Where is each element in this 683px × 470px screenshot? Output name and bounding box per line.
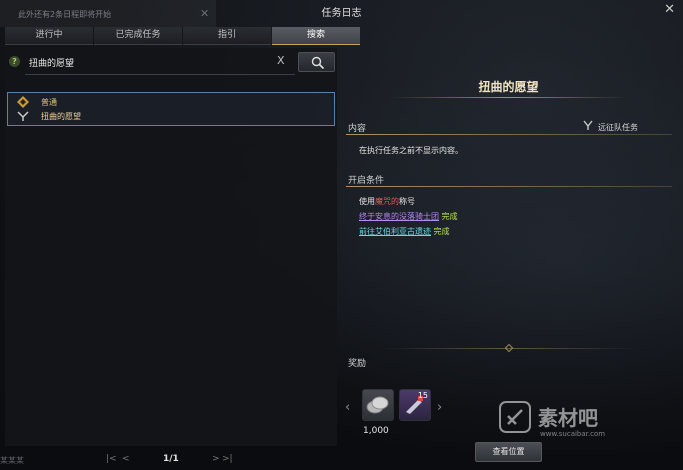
search-button[interactable] xyxy=(298,52,335,72)
expedition-icon xyxy=(17,111,29,121)
content-divider xyxy=(346,134,672,135)
condition-quest-1: 终于安息的没落骑士团 完成 xyxy=(359,211,458,222)
prev-page-button[interactable]: < xyxy=(122,454,130,464)
page-indicator: 1/1 xyxy=(163,454,179,464)
condition-quest-2: 前往艾伯利亚古遗迹 完成 xyxy=(359,226,450,237)
quest-description: 在执行任务之前不显示内容。 xyxy=(359,146,463,155)
expedition-quest-label: 远征队任务 xyxy=(598,123,638,132)
first-page-button[interactable]: |< xyxy=(106,454,117,464)
expedition-quest-icon xyxy=(583,120,593,130)
quest-type-label: 普通 xyxy=(41,98,57,107)
tab-search[interactable]: 搜索 xyxy=(272,27,360,45)
reward-silver-slot[interactable] xyxy=(362,389,394,421)
search-bar: ? 扭曲的愿望 X xyxy=(5,52,337,75)
condition-quest-2-status: 完成 xyxy=(433,227,450,236)
quest-title: 扭曲的愿望 xyxy=(478,80,539,94)
conditions-divider xyxy=(346,186,672,187)
tab-completed[interactable]: 已完成任务 xyxy=(94,27,182,45)
quest-list-panel: ? 扭曲的愿望 X 普通 扭曲的愿望 xyxy=(5,48,337,446)
bottom-left-text: 某某某 xyxy=(0,456,24,465)
watermark-text: 素材吧 xyxy=(538,406,598,430)
reward-divider-ornament xyxy=(504,343,514,353)
watermark-url: www.sucaibar.com xyxy=(540,430,606,438)
search-underline xyxy=(25,74,295,75)
conditions-label: 开启条件 xyxy=(348,176,385,186)
next-page-button[interactable]: > xyxy=(212,454,220,464)
condition-quest-1-link[interactable]: 终于安息的没落骑士团 xyxy=(359,212,439,221)
reward-silver-amount: 1,000 xyxy=(363,426,389,436)
clear-search-icon[interactable]: X xyxy=(277,54,285,67)
help-icon[interactable]: ? xyxy=(9,56,20,67)
quest-name: 扭曲的愿望 xyxy=(41,112,81,121)
quest-list-item[interactable]: 普通 扭曲的愿望 xyxy=(7,92,335,126)
window-close-icon[interactable]: ✕ xyxy=(664,2,675,17)
search-input[interactable]: 扭曲的愿望 xyxy=(29,56,74,69)
reward-prev-arrow-icon[interactable]: ‹ xyxy=(345,400,350,415)
condition-title-name: 魔咒的 xyxy=(375,197,399,206)
title-divider xyxy=(391,97,626,98)
pagination: |< < 1/1 > >| xyxy=(100,454,240,466)
silver-coin-icon xyxy=(366,396,389,414)
condition-title: 使用魔咒的称号 xyxy=(359,196,415,207)
condition-title-prefix: 使用 xyxy=(359,197,375,206)
quest-type-icon xyxy=(17,96,29,108)
rewards-label: 奖励 xyxy=(348,359,367,369)
condition-quest-1-status: 完成 xyxy=(441,212,458,221)
watermark-logo-icon xyxy=(499,401,531,433)
tab-guide[interactable]: 指引 xyxy=(183,27,271,45)
content-label: 内容 xyxy=(348,124,367,134)
condition-quest-2-link[interactable]: 前往艾伯利亚古遗迹 xyxy=(359,227,431,236)
search-icon xyxy=(311,56,325,70)
condition-title-suffix: 称号 xyxy=(399,197,415,206)
window-title: 任务日志 xyxy=(321,8,362,19)
reward-item-slot[interactable]: 15 xyxy=(399,389,431,421)
last-page-button[interactable]: >| xyxy=(222,454,233,464)
reward-stack-count: 15 xyxy=(417,391,428,400)
tab-bar: 进行中 已完成任务 指引 搜索 xyxy=(5,27,361,45)
reward-next-arrow-icon[interactable]: › xyxy=(437,400,442,415)
tab-in-progress[interactable]: 进行中 xyxy=(5,27,93,45)
watermark: 素材吧 www.sucaibar.com xyxy=(498,400,663,450)
